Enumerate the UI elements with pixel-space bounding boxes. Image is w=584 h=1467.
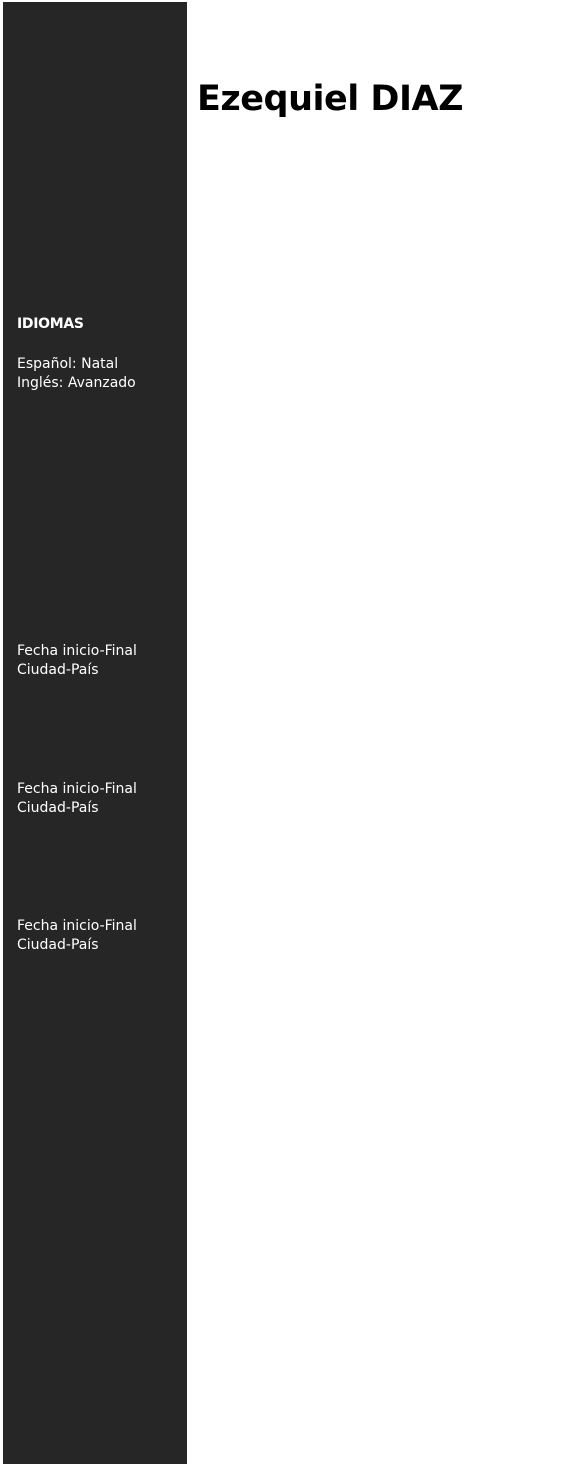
candidate-name: Ezequiel DIAZ [197, 79, 463, 119]
entry-dates: Fecha inicio-Final [17, 781, 137, 797]
entry-location: Ciudad-País [17, 662, 99, 678]
languages-list: Español: Natal Inglés: Avanzado [17, 355, 136, 393]
language-item-english: Inglés: Avanzado [17, 375, 136, 391]
languages-heading: IDIOMAS [17, 316, 84, 332]
entry-dates: Fecha inicio-Final [17, 918, 137, 934]
sidebar: IDIOMAS Español: Natal Inglés: Avanzado … [3, 2, 187, 1464]
entry-dates: Fecha inicio-Final [17, 643, 137, 659]
entry-location: Ciudad-País [17, 937, 99, 953]
timeline-entry-1: Fecha inicio-Final Ciudad-País [17, 642, 137, 680]
language-item-spanish: Español: Natal [17, 356, 119, 372]
timeline-entry-2: Fecha inicio-Final Ciudad-País [17, 780, 137, 818]
timeline-entry-3: Fecha inicio-Final Ciudad-País [17, 917, 137, 955]
entry-location: Ciudad-País [17, 800, 99, 816]
